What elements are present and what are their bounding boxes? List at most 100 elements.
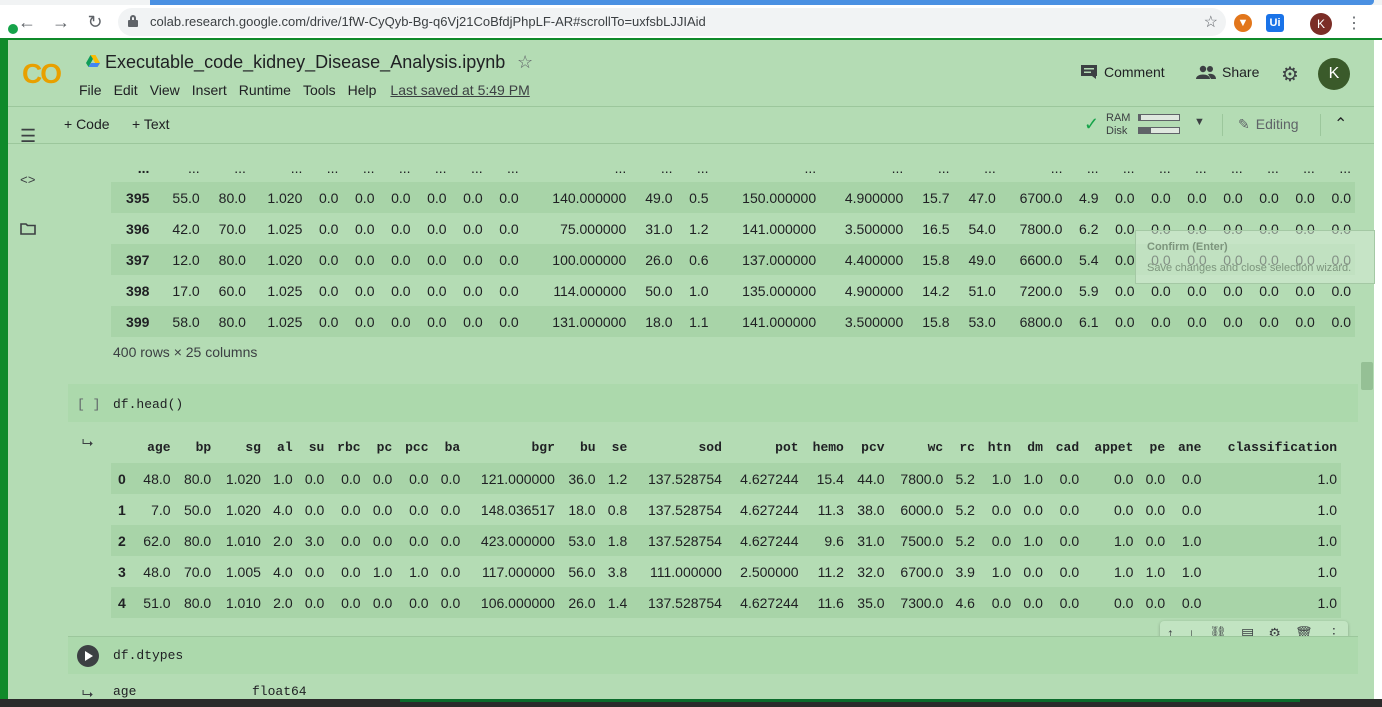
colab-logo[interactable]: CO: [22, 58, 62, 90]
resources-indicator[interactable]: ✓ RAM Disk ▼: [1082, 110, 1212, 140]
cell-source[interactable]: df.dtypes: [113, 648, 183, 663]
table-cell: 0.0: [463, 282, 483, 299]
bookmark-star-icon[interactable]: ☆: [1204, 12, 1218, 32]
code-snippets-icon[interactable]: <>: [20, 173, 36, 188]
row-index: 2: [111, 525, 134, 556]
uipath-extension-icon[interactable]: Ui: [1266, 14, 1284, 32]
code-cell-dtypes[interactable]: [68, 636, 1358, 674]
table-cell: 11.6: [802, 587, 848, 618]
toolbar-divider: [8, 143, 1374, 144]
files-folder-icon[interactable]: [20, 222, 36, 235]
cell-exec-count[interactable]: [ ]: [77, 397, 100, 412]
table-cell: 1.0: [1317, 501, 1337, 518]
menu-view[interactable]: View: [150, 82, 180, 98]
table-cell: 135.000000: [742, 282, 817, 299]
table-cell: 2.500000: [740, 563, 799, 580]
table-cell: 0.0: [1318, 306, 1355, 337]
table-cell: 4.627244: [740, 501, 799, 518]
share-label: Share: [1222, 64, 1260, 80]
star-notebook-icon[interactable]: ☆: [517, 52, 533, 73]
ellipsis-cell: ...: [614, 160, 627, 176]
table-cell: 1.025: [267, 220, 303, 237]
table-cell: 6700.0: [999, 182, 1067, 213]
column-header: ba: [444, 440, 461, 455]
table-cell: 0.0: [1102, 244, 1139, 275]
menu-file[interactable]: File: [79, 82, 102, 98]
resources-dropdown-icon[interactable]: ▼: [1194, 116, 1205, 128]
comment-icon: [1081, 65, 1097, 79]
dtype-value: float64: [252, 684, 307, 699]
notebook-title[interactable]: Executable_code_kidney_Disease_Analysis.…: [105, 52, 505, 73]
scrollbar-thumb[interactable]: [1361, 362, 1373, 390]
drive-icon[interactable]: [86, 55, 100, 67]
menu-edit[interactable]: Edit: [114, 82, 138, 98]
table-cell: 0.0: [1246, 306, 1283, 337]
row-index: 399: [111, 306, 158, 337]
table-cell: 100.000000: [522, 244, 631, 275]
table-cell: 0.0: [1113, 501, 1134, 518]
table-cell: 32.0: [857, 563, 885, 580]
table-cell: 42.0: [172, 220, 200, 237]
menu-insert[interactable]: Insert: [192, 82, 227, 98]
browser-menu-icon[interactable]: ⋮: [1346, 13, 1362, 33]
table-cell: 31.0: [645, 220, 673, 237]
table-cell: 15.8: [907, 306, 954, 337]
table-cell: 141.000000: [742, 220, 817, 237]
table-cell: 4.627244: [725, 525, 803, 556]
menu-help[interactable]: Help: [348, 82, 377, 98]
table-cell: 0.0: [432, 587, 465, 618]
run-cell-button[interactable]: [77, 645, 99, 667]
last-saved-link[interactable]: Last saved at 5:49 PM: [390, 82, 529, 98]
table-cell: 26.0: [558, 587, 600, 618]
table-cell: 0.0: [304, 501, 325, 518]
column-header: al: [277, 440, 293, 455]
table-cell: 0.0: [1059, 501, 1080, 518]
table-cell: 53.0: [558, 525, 600, 556]
settings-gear-icon[interactable]: ⚙: [1281, 62, 1299, 87]
table-cell: 1.010: [215, 525, 265, 556]
metamask-fox-icon[interactable]: ▼: [1234, 14, 1252, 32]
table-cell: 106.000000: [464, 587, 559, 618]
table-cell: 0.0: [378, 182, 415, 213]
share-button[interactable]: Share: [1196, 64, 1259, 80]
table-row: 4 51.0 80.0 1.010 2.0 0.0 0.0 0.0 0.0 0.0 106.0000…: [111, 587, 1341, 618]
table-row: 399 58.0 80.0 1.025 0.0 0.0 0.0 0.0 0.0 0.0 131.00…: [111, 306, 1355, 337]
cell-source[interactable]: df.head(): [113, 397, 183, 412]
table-cell: 0.0: [396, 525, 433, 556]
menu-tools[interactable]: Tools: [303, 82, 336, 98]
table-cell: 15.4: [802, 463, 848, 494]
editing-mode-button[interactable]: ✎ Editing: [1238, 116, 1299, 133]
row-index: 4: [111, 587, 134, 618]
forward-arrow-icon[interactable]: →: [50, 11, 72, 33]
table-cell: 0.0: [1138, 182, 1175, 213]
disk-bar: [1138, 127, 1180, 134]
table-cell: 55.0: [157, 182, 204, 213]
table-cell: 1.0: [1205, 525, 1341, 556]
table-cell: 0.0: [463, 220, 483, 237]
menu-bar: File Edit View Insert Runtime Tools Help…: [79, 82, 542, 98]
profile-avatar[interactable]: K: [1310, 13, 1332, 35]
code-cell-head[interactable]: [68, 384, 1358, 422]
account-avatar[interactable]: K: [1318, 58, 1350, 90]
table-cell: 49.0: [953, 244, 1000, 275]
reload-icon[interactable]: ↻: [84, 11, 106, 33]
table-cell: 80.0: [174, 525, 216, 556]
table-cell: 0.0: [486, 182, 523, 213]
table-cell: 1.0: [264, 463, 297, 494]
collapse-header-icon[interactable]: ⌃: [1334, 114, 1347, 134]
table-cell: 1.0: [1083, 525, 1138, 556]
add-text-button[interactable]: + Text: [132, 116, 170, 132]
add-code-button[interactable]: + Code: [64, 116, 110, 132]
column-header: pe: [1149, 440, 1166, 455]
table-cell: 0.8: [607, 501, 628, 518]
menu-runtime[interactable]: Runtime: [239, 82, 291, 98]
comment-button[interactable]: Comment: [1080, 64, 1165, 80]
table-cell: 1.005: [225, 563, 261, 580]
table-cell: 111.000000: [650, 563, 722, 580]
table-cell: 38.0: [857, 501, 885, 518]
ellipsis-cell: ...: [362, 160, 375, 176]
toolbar-separator: [1320, 114, 1321, 136]
address-bar[interactable]: colab.research.google.com/drive/1fW-CyQy…: [118, 8, 1226, 36]
output-arrow-icon[interactable]: ⮡: [82, 434, 93, 451]
table-cell: 0.0: [396, 587, 433, 618]
